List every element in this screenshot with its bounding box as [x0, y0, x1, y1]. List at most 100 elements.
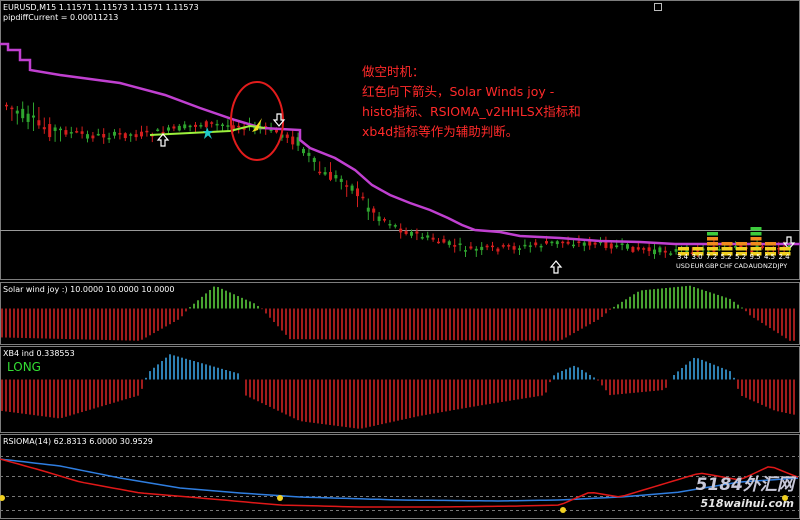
- candle-body: [620, 243, 624, 245]
- meter-bar-segment: [750, 232, 762, 236]
- candle-body: [356, 188, 359, 197]
- solar-wind-label: Solar wind joy :) 10.0000 10.0000 10.000…: [3, 285, 175, 294]
- meter-bar-segment: [750, 237, 762, 241]
- meter-value: 9.5: [749, 253, 761, 261]
- candle-body: [183, 124, 187, 129]
- candle-body: [750, 250, 754, 253]
- candle-body: [550, 241, 554, 244]
- candle-body: [469, 246, 473, 249]
- candle-body: [663, 250, 667, 253]
- candle-body: [350, 185, 354, 191]
- candle-body: [53, 127, 57, 131]
- candle-body: [42, 127, 46, 130]
- meter-currency-label: AUD: [748, 262, 763, 270]
- candle-body: [415, 231, 419, 234]
- meter-bar-segment: [678, 247, 689, 251]
- candle-body: [631, 246, 635, 252]
- candle-body: [577, 241, 581, 243]
- chart-corner-box: [654, 3, 662, 11]
- rsi-grid: [0, 456, 800, 511]
- candle-body: [118, 133, 122, 135]
- meter-value: 5.2: [735, 253, 747, 261]
- candle-body: [485, 245, 489, 248]
- candle-body: [188, 125, 192, 128]
- rsioma-markers: [0, 495, 788, 513]
- annotation-line: xb4d指标等作为辅助判断。: [362, 124, 519, 139]
- candle-body: [739, 245, 743, 248]
- meter-currency-label: EUR: [690, 262, 704, 270]
- candle-body: [626, 244, 629, 249]
- candle-body: [339, 178, 343, 182]
- candle-body: [437, 241, 440, 244]
- candle-body: [345, 185, 349, 187]
- candle-body: [194, 124, 197, 127]
- candle-body: [458, 243, 462, 245]
- meter-value: 2.4: [778, 253, 790, 261]
- candle-body: [501, 245, 505, 247]
- meter-bar-segment: [721, 247, 733, 251]
- rsioma-label: RSIOMA(14) 62.8313 6.0000 30.9529: [3, 437, 153, 446]
- meter-bar-segment: [750, 247, 762, 251]
- candle-body: [507, 245, 511, 247]
- candle-body: [26, 113, 30, 122]
- candle-body: [210, 122, 214, 124]
- candle-body: [609, 243, 613, 249]
- candle-body: [426, 235, 430, 238]
- meter-bar-segment: [707, 247, 718, 251]
- candle-body: [658, 247, 662, 253]
- candle-body: [48, 124, 52, 138]
- candle-body: [566, 241, 570, 244]
- meter-bar-segment: [765, 242, 776, 246]
- candle-body: [523, 244, 527, 247]
- meter-currency-label: NZD: [763, 262, 778, 270]
- meter-bar-segment: [779, 247, 791, 251]
- meter-currency-label: USD: [676, 262, 690, 270]
- xb4-label: XB4 ind 0.338553: [3, 349, 75, 358]
- meter-bar-segment: [736, 242, 747, 246]
- candle-body: [534, 242, 538, 246]
- candle-body: [32, 115, 35, 118]
- candle-body: [215, 123, 219, 126]
- candle-body: [431, 237, 435, 240]
- rsioma-dot-marker: [560, 507, 566, 513]
- candle-body: [291, 136, 295, 145]
- candle-body: [69, 132, 73, 134]
- annotation-text: 做空时机： 红色向下箭头，Solar Winds joy - histo指标、R…: [362, 62, 632, 142]
- candle-body: [140, 131, 143, 137]
- candle-body: [199, 125, 203, 127]
- xb4-pane-border: [0, 346, 800, 433]
- meter-value: 5.2: [720, 253, 732, 261]
- candle-body: [302, 148, 305, 154]
- meter-bar-segment: [736, 247, 747, 251]
- candle-body: [145, 130, 149, 133]
- annotation-line: 红色向下箭头，Solar Winds joy -: [362, 84, 555, 99]
- candle-body: [96, 133, 100, 136]
- candle-body: [129, 134, 133, 136]
- candle-body: [653, 249, 656, 255]
- candle-body: [134, 134, 138, 138]
- candle-body: [334, 175, 338, 179]
- candle-body: [75, 131, 79, 133]
- candle-body: [393, 225, 397, 227]
- candle-body: [642, 248, 646, 250]
- meter-bar-segment: [707, 232, 718, 236]
- candle-body: [329, 171, 332, 180]
- candle-body: [496, 248, 500, 252]
- candle-body: [318, 171, 322, 174]
- candle-body: [647, 247, 651, 252]
- candle-body: [717, 248, 721, 251]
- candle-body: [512, 246, 516, 250]
- candle-body: [102, 133, 106, 138]
- candle-body: [474, 248, 478, 251]
- candle-body: [480, 246, 484, 251]
- meter-bar-segment: [707, 237, 718, 241]
- candle-body: [615, 245, 619, 248]
- candle-body: [15, 110, 19, 114]
- candle-body: [674, 249, 678, 252]
- symbol-label: EURUSD,M15 1.11571 1.11573 1.11571 1.115…: [3, 3, 199, 12]
- meter-currency-label: CHF: [719, 262, 733, 270]
- candle-body: [593, 242, 597, 245]
- buy-arrow-icon: [549, 260, 563, 274]
- meter-bar-segment: [707, 242, 718, 246]
- candle-body: [64, 130, 68, 135]
